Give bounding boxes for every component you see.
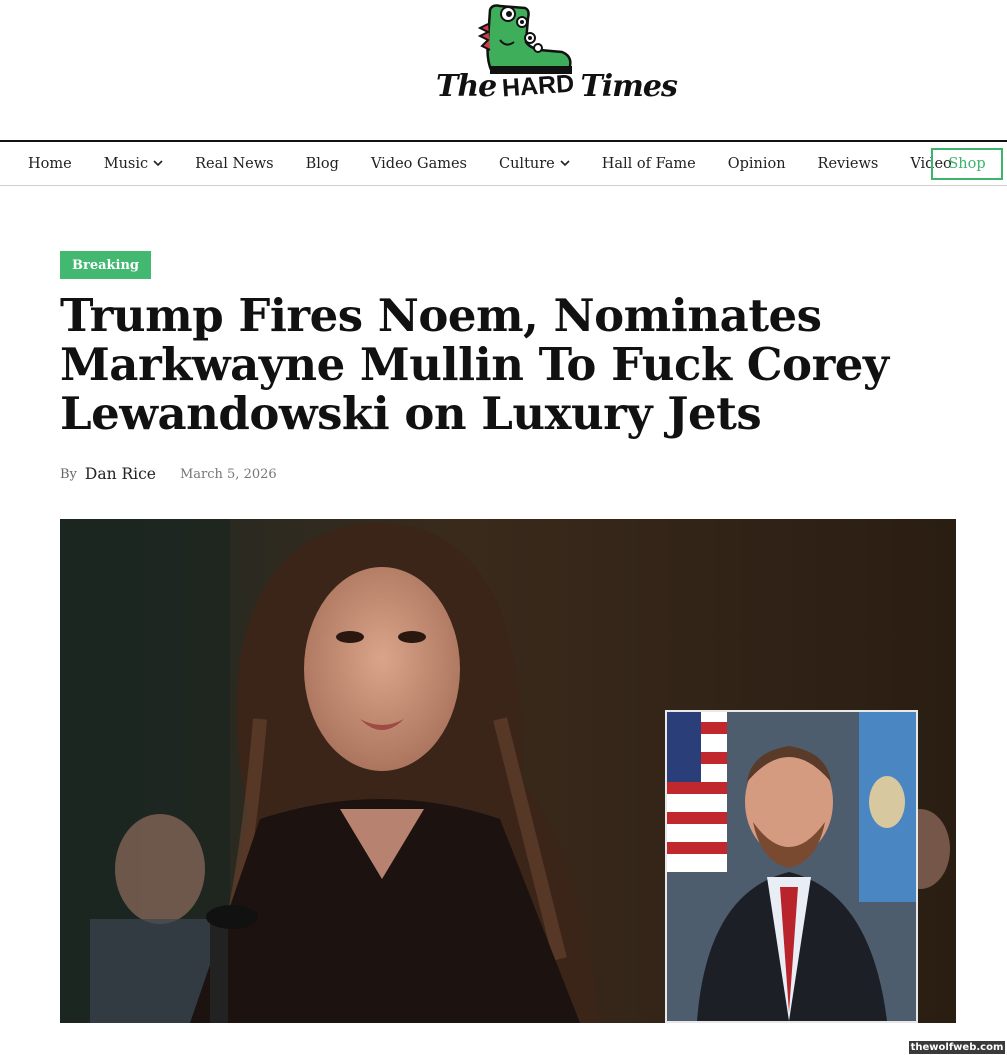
nav-item-home[interactable]: Home [28, 156, 72, 172]
nav-item-label: Hall of Fame [601, 155, 696, 172]
inset-portrait [667, 712, 916, 1021]
inset-photo [665, 710, 918, 1023]
logo-word-the: The [436, 68, 497, 104]
byline: By Dan Rice March 5, 2026 [60, 463, 277, 485]
logo-word-times: Times [580, 68, 677, 104]
nav-item-label: Music [103, 155, 149, 172]
nav-item-label: Video Games [370, 155, 467, 172]
nav-item-culture[interactable]: Culture [499, 156, 570, 172]
nav-item-blog[interactable]: Blog [306, 156, 339, 172]
nav-item-label: Home [28, 155, 72, 172]
nav-item-video-games[interactable]: Video Games [371, 156, 467, 172]
shop-button[interactable]: Shop [931, 148, 1003, 180]
watermark: thewolfweb.com [909, 1041, 1005, 1054]
by-label: By [60, 466, 77, 482]
nav-item-real-news[interactable]: Real News [195, 156, 274, 172]
site-header: The HARD Times [0, 0, 1007, 140]
chevron-down-icon [560, 160, 570, 167]
author-link[interactable]: Dan Rice [85, 465, 156, 483]
nav-item-label: Reviews [817, 155, 879, 172]
nav-item-music[interactable]: Music [104, 156, 163, 172]
nav-item-reviews[interactable]: Reviews [818, 156, 879, 172]
publish-date: March 5, 2026 [179, 466, 277, 482]
nav-item-label: Blog [305, 155, 339, 172]
nav-item-hall-of-fame[interactable]: Hall of Fame [602, 156, 696, 172]
logo-word-hard: HARD [501, 69, 576, 102]
hero-image [60, 519, 956, 1023]
nav-item-label: Real News [195, 155, 274, 172]
nav-item-label: Opinion [727, 155, 786, 172]
category-badge[interactable]: Breaking [60, 251, 152, 279]
article-headline: Trump Fires Noem, Nominates Markwayne Mu… [60, 289, 889, 440]
chevron-down-icon [153, 160, 163, 167]
nav-item-label: Culture [499, 155, 555, 172]
nav-item-opinion[interactable]: Opinion [728, 156, 786, 172]
site-logo[interactable]: The HARD Times [436, 64, 678, 108]
main-nav: Home Music Real News Blog Video Games Cu… [0, 140, 1007, 186]
